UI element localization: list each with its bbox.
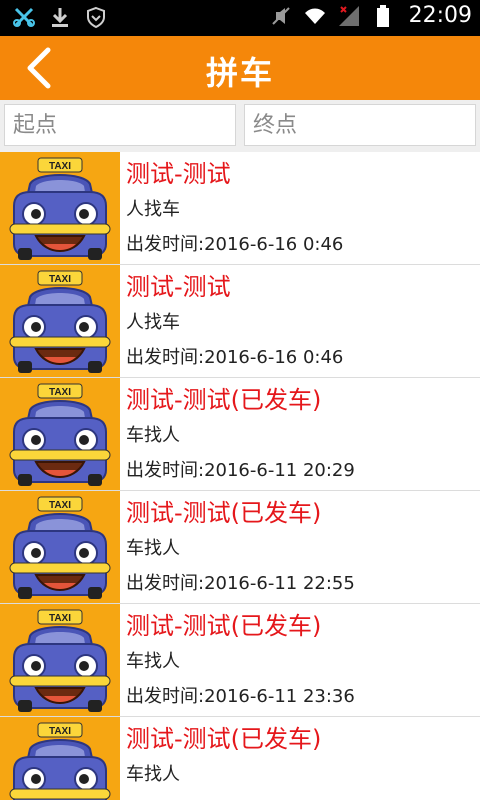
taxi-sign-label: TAXI xyxy=(49,387,71,398)
search-bar xyxy=(0,100,480,152)
ride-type: 人找车 xyxy=(126,312,180,333)
start-point-input[interactable] xyxy=(4,104,236,146)
departure-time: 出发时间:2016-6-16 0:46 xyxy=(126,347,344,368)
taxi-icon: TAXI xyxy=(0,378,120,490)
ride-type: 人找车 xyxy=(126,199,180,220)
signal-icon xyxy=(338,5,359,26)
taxi-sign-label: TAXI xyxy=(49,274,71,285)
route-label: 测试-测试(已发车) xyxy=(126,386,322,414)
taxi-icon: TAXI xyxy=(0,604,120,716)
list-item[interactable]: TAXI 测试-测试(已发车) 车找人 出发时间:2016-6-11 23:36 xyxy=(0,604,480,717)
ride-type: 车找人 xyxy=(126,425,180,446)
shield-icon xyxy=(87,6,105,29)
taxi-icon: TAXI xyxy=(0,717,120,800)
departure-time: 出发时间:2016-6-16 0:46 xyxy=(126,234,344,255)
wifi-icon xyxy=(304,8,325,24)
status-bar: 22:09 xyxy=(0,0,480,36)
taxi-sign-label: TAXI xyxy=(49,726,71,737)
title-bar: 拼车 xyxy=(0,36,480,100)
battery-icon xyxy=(376,4,389,27)
usb-debug-icon xyxy=(13,7,35,27)
status-time: 22:09 xyxy=(408,3,472,28)
taxi-sign-label: TAXI xyxy=(49,500,71,511)
ride-list: TAXI 测试-测试 人找车 出发时间:2016-6-16 0:46 TAXI … xyxy=(0,152,480,800)
taxi-icon: TAXI xyxy=(0,491,120,603)
route-label: 测试-测试(已发车) xyxy=(126,612,322,640)
list-item[interactable]: TAXI 测试-测试(已发车) 车找人 xyxy=(0,717,480,800)
ride-type: 车找人 xyxy=(126,538,180,559)
taxi-icon: TAXI xyxy=(0,265,120,377)
list-item[interactable]: TAXI 测试-测试 人找车 出发时间:2016-6-16 0:46 xyxy=(0,265,480,378)
route-label: 测试-测试(已发车) xyxy=(126,725,322,753)
end-point-input[interactable] xyxy=(244,104,476,146)
route-label: 测试-测试(已发车) xyxy=(126,499,322,527)
taxi-icon: TAXI xyxy=(0,152,120,264)
page-title: 拼车 xyxy=(205,54,274,92)
list-item[interactable]: TAXI 测试-测试 人找车 出发时间:2016-6-16 0:46 xyxy=(0,152,480,265)
taxi-sign-label: TAXI xyxy=(49,161,71,172)
list-item[interactable]: TAXI 测试-测试(已发车) 车找人 出发时间:2016-6-11 22:55 xyxy=(0,491,480,604)
route-label: 测试-测试 xyxy=(126,273,231,301)
ride-type: 车找人 xyxy=(126,764,180,785)
route-label: 测试-测试 xyxy=(126,160,231,188)
departure-time: 出发时间:2016-6-11 23:36 xyxy=(126,686,355,707)
departure-time: 出发时间:2016-6-11 20:29 xyxy=(126,460,355,481)
download-icon xyxy=(52,8,68,27)
departure-time: 出发时间:2016-6-11 22:55 xyxy=(126,573,355,594)
list-item[interactable]: TAXI 测试-测试(已发车) 车找人 出发时间:2016-6-11 20:29 xyxy=(0,378,480,491)
silent-icon xyxy=(271,6,290,25)
ride-type: 车找人 xyxy=(126,651,180,672)
taxi-sign-label: TAXI xyxy=(49,613,71,624)
departure-time xyxy=(126,793,472,800)
